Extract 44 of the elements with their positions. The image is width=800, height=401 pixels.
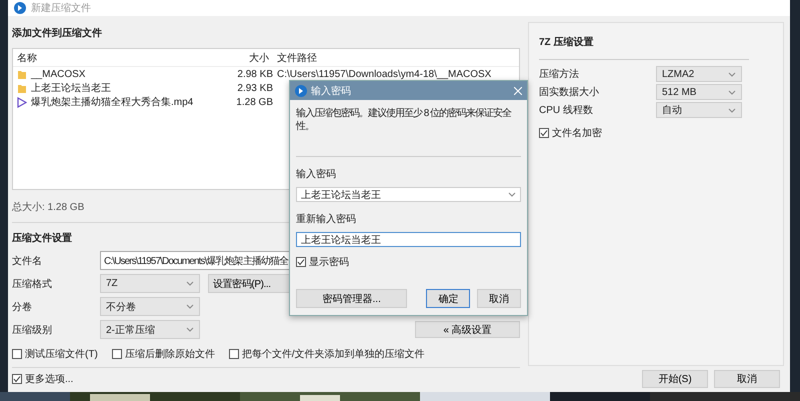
file-name: 爆乳炮架主播幼猫全程大秀合集.mp4 — [31, 96, 194, 109]
column-header: 文件路径 — [276, 52, 318, 64]
checkbox-label: 把每个文件/文件夹添加到单独的压缩文件 — [242, 348, 425, 361]
checkbox-label: 更多选项... — [25, 372, 74, 386]
field-label: 输入密码 — [296, 168, 337, 182]
ok-button[interactable]: 确定 — [426, 289, 470, 308]
checkbox-label: 显示密码 — [309, 256, 349, 269]
file-path: C:\Users\11957\Downloads\ym4-18\__MACOSX — [276, 68, 492, 80]
field-label: 压缩格式 — [12, 278, 53, 290]
dropdown[interactable]: 512 MB — [656, 84, 742, 100]
dialog-message: 输入压缩包密码。建议使用至少 8 位的密码来保证安全性。 — [296, 108, 512, 132]
file-name: 上老王论坛当老王 — [31, 82, 111, 95]
password-manager-button[interactable]: 密码管理器... — [296, 289, 408, 308]
file-size: 1.28 GB — [235, 96, 273, 108]
section-heading: 7Z 压缩设置 — [539, 31, 749, 60]
field-label: 文件名 — [12, 254, 43, 268]
window-title: 新建压缩文件 — [31, 2, 91, 15]
field-label: 压缩级别 — [12, 324, 53, 336]
field-label: 分卷 — [12, 300, 33, 314]
column-header: 名称 — [16, 52, 38, 64]
file-size: 2.98 KB — [236, 68, 273, 80]
dropdown[interactable]: 2-正常压缩 — [100, 320, 200, 339]
advanced-settings-button[interactable]: « 高级设置 — [415, 321, 520, 338]
checkbox-label: 测试压缩文件(T) — [25, 348, 98, 361]
password-field[interactable]: 上老王论坛当老王 — [296, 187, 521, 202]
file-size: 2.93 KB — [236, 82, 273, 94]
confirm-password-field[interactable]: 上老王论坛当老王 — [296, 232, 521, 247]
field-label: 压缩方法 — [539, 68, 580, 81]
dropdown[interactable]: 7Z — [100, 274, 200, 293]
dropdown[interactable]: LZMA2 — [656, 66, 742, 82]
section-heading: 添加文件到压缩文件 — [12, 26, 103, 41]
field-label: CPU 线程数 — [539, 104, 594, 117]
dropdown[interactable]: 不分卷 — [100, 297, 200, 316]
cancel-button[interactable]: 取消 — [714, 370, 780, 388]
column-header: 大小 — [248, 52, 270, 64]
cancel-button[interactable]: 取消 — [477, 289, 521, 308]
file-name: __MACOSX — [31, 68, 86, 80]
checkbox-label: 压缩后删除原始文件 — [124, 348, 215, 361]
dialog-title: 输入密码 — [311, 84, 352, 98]
field-label: 固实数据大小 — [539, 86, 600, 99]
checkbox-label: 文件名加密 — [552, 126, 602, 140]
section-heading: 压缩文件设置 — [12, 232, 72, 246]
start-button[interactable]: 开始(S) — [642, 370, 708, 388]
dropdown[interactable]: 自动 — [656, 102, 742, 118]
